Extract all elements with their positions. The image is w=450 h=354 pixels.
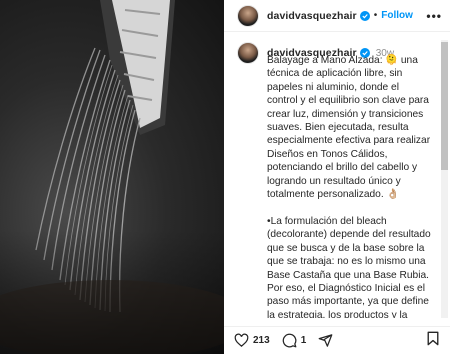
post-header: davidvasquezhair • Follow ••• bbox=[224, 0, 450, 32]
action-bar: 213 1 bbox=[224, 326, 450, 354]
author-avatar[interactable] bbox=[237, 4, 259, 27]
like-count: 213 bbox=[253, 335, 270, 346]
separator-dot: • bbox=[373, 10, 378, 21]
comment-count: 1 bbox=[300, 335, 307, 346]
comment-icon bbox=[282, 333, 297, 348]
scrollbar-thumb[interactable] bbox=[441, 42, 448, 170]
caption-scrollbar[interactable] bbox=[441, 40, 448, 318]
follow-button[interactable]: Follow bbox=[381, 10, 413, 21]
author-username[interactable]: davidvasquezhair bbox=[267, 10, 357, 22]
post-side-panel: davidvasquezhair • Follow ••• davidvasqu… bbox=[224, 0, 450, 354]
verified-badge-icon bbox=[359, 10, 370, 21]
heart-icon bbox=[234, 333, 249, 347]
caption-paragraph-1: Balayage a Mano Alzada: 🫠 una técnica de… bbox=[267, 55, 433, 201]
comment-button[interactable]: 1 bbox=[282, 333, 307, 348]
bookmark-icon bbox=[427, 331, 439, 345]
caption-avatar[interactable] bbox=[237, 42, 259, 64]
more-options-icon[interactable]: ••• bbox=[426, 9, 442, 23]
caption-paragraph-2: •La formulación del bleach (decolorante)… bbox=[267, 215, 431, 318]
caption-area: davidvasquezhair 30w Balayage a Mano Alz… bbox=[224, 33, 450, 318]
share-icon bbox=[318, 334, 333, 347]
save-button[interactable] bbox=[426, 331, 440, 351]
share-button[interactable] bbox=[318, 333, 333, 348]
hair-brush-illustration bbox=[0, 0, 224, 354]
post-image bbox=[0, 0, 224, 354]
like-button[interactable]: 213 bbox=[234, 333, 270, 348]
caption-text: Balayage a Mano Alzada: 🫠 una técnica de… bbox=[237, 54, 450, 318]
